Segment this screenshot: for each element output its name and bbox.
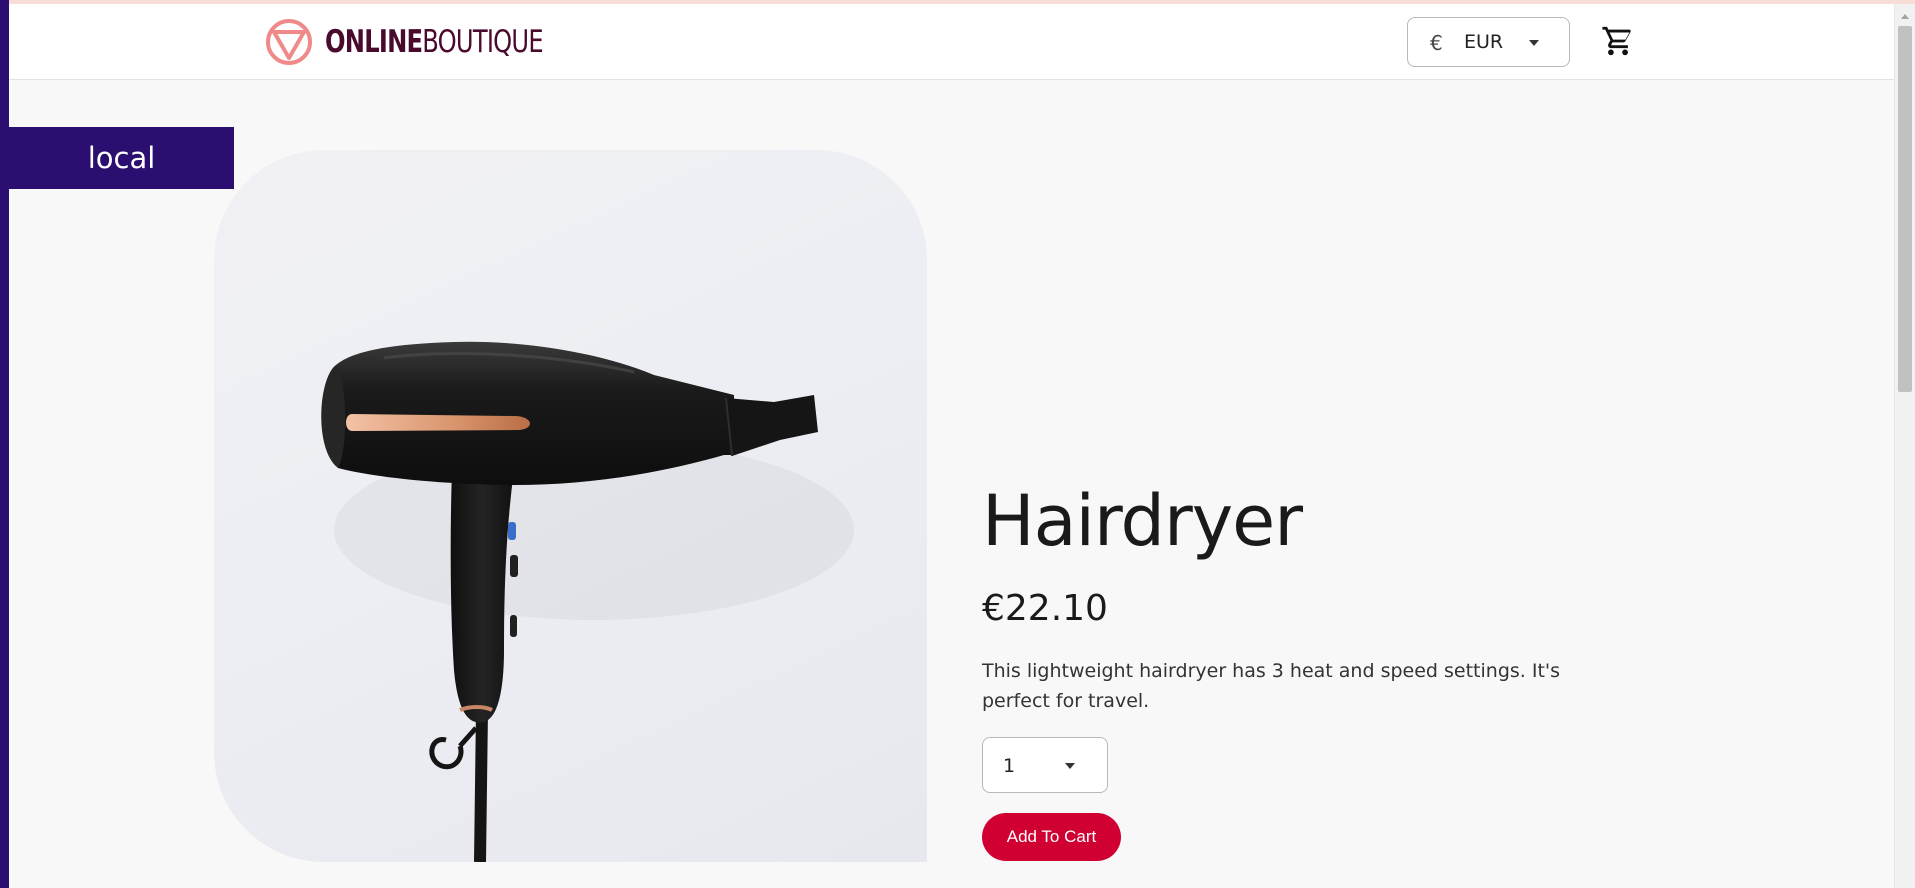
product-price: €22.10 (982, 588, 1108, 629)
cart-icon[interactable] (1601, 24, 1635, 58)
logo[interactable]: ONLINEBOUTIQUE (265, 16, 604, 68)
site-header: ONLINEBOUTIQUE € EUR (9, 4, 1894, 80)
chevron-down-icon (1529, 40, 1539, 46)
chevron-down-icon (1065, 763, 1075, 769)
currency-selector[interactable]: € EUR (1407, 17, 1570, 67)
logo-icon (266, 19, 312, 65)
currency-symbol: € (1430, 31, 1443, 55)
product-title: Hairdryer (982, 480, 1303, 562)
vertical-scrollbar[interactable] (1894, 4, 1915, 888)
scroll-up-arrow-icon[interactable] (1901, 14, 1909, 19)
product-image (214, 150, 927, 862)
quantity-value: 1 (1003, 755, 1016, 777)
product-description: This lightweight hairdryer has 3 heat an… (982, 660, 1561, 712)
environment-badge: local (9, 127, 234, 189)
add-to-cart-button[interactable]: Add To Cart (982, 813, 1121, 861)
currency-code: EUR (1464, 31, 1504, 53)
left-environment-bar (0, 0, 9, 888)
scrollbar-thumb[interactable] (1898, 26, 1912, 392)
logo-wordmark: ONLINEBOUTIQUE (325, 24, 544, 60)
quantity-select[interactable]: 1 (982, 737, 1108, 793)
